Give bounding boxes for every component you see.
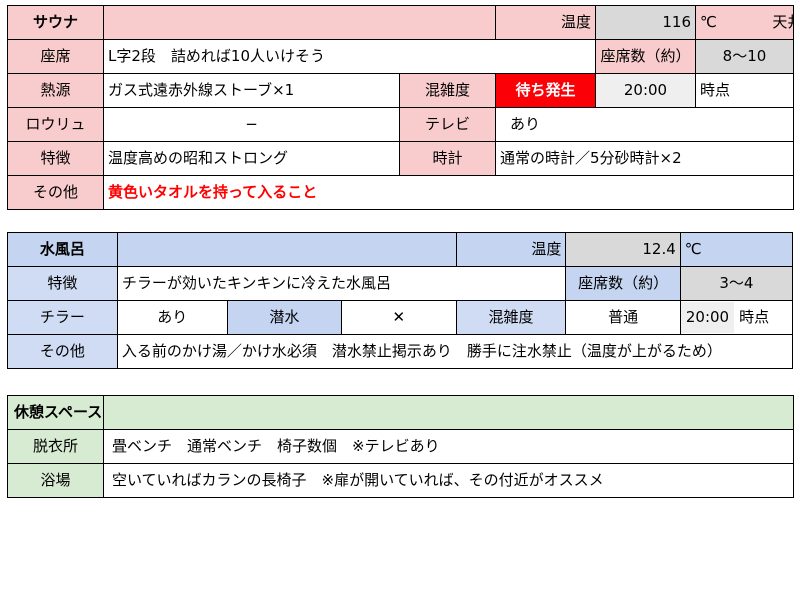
sauna-other-value: 黄色いタオルを持って入ること	[103, 175, 794, 210]
sauna-heat-value: ガス式遠赤外線ストーブ×1	[103, 73, 400, 108]
sauna-temp-value: 116	[595, 5, 696, 40]
sauna-clock-label: 時計	[399, 141, 496, 176]
sauna-tv-value: あり	[495, 107, 794, 142]
sauna-heat-row: 熱源 ガス式遠赤外線ストーブ×1 混雑度 待ち発生 20:00 時点	[7, 73, 794, 108]
mizuburo-other-label: その他	[7, 334, 118, 369]
sauna-heat-label: 熱源	[7, 73, 104, 108]
mizuburo-dive-value: ✕	[341, 300, 457, 335]
sauna-header-row: サウナ 温度 116 ℃ 天井付近	[7, 5, 794, 40]
mizuburo-seat-count-value: 3〜4	[679, 266, 794, 301]
sauna-crowd-time: 20:00	[595, 73, 696, 108]
mizuburo-crowd-value: 普通	[565, 300, 681, 335]
mizuburo-table: 水風呂 温度 12.4 ℃ 特徴 チラーが効いたキンキンに冷えた水風呂 座席数（…	[7, 232, 794, 369]
sauna-seat-label: 座席	[7, 39, 104, 74]
mizuburo-seat-count-label: 座席数（約）	[565, 266, 681, 301]
sauna-crowd-label: 混雑度	[399, 73, 496, 108]
rest-row-datsuijo: 脱衣所 畳ベンチ 通常ベンチ 椅子数個 ※テレビあり	[7, 429, 794, 464]
sauna-crowd-time-suffix: 時点	[695, 73, 794, 108]
sauna-tv-label: テレビ	[399, 107, 496, 142]
mizuburo-chiller-value: あり	[116, 300, 228, 335]
sauna-other-row: その他 黄色いタオルを持って入ること	[7, 175, 794, 210]
mizuburo-feature-row: 特徴 チラーが効いたキンキンに冷えた水風呂 座席数（約） 3〜4	[7, 266, 794, 301]
sauna-temp-note: 天井付近	[772, 13, 792, 32]
sauna-loyly-value: −	[103, 107, 400, 142]
sauna-temp-unit: ℃	[700, 13, 717, 32]
rest-space-table: 休憩スペース 脱衣所 畳ベンチ 通常ベンチ 椅子数個 ※テレビあり 浴場 空いて…	[7, 395, 794, 498]
sauna-info-sheet: サウナ 温度 116 ℃ 天井付近 座席 L字2段 詰めれば10人いけそう 座席…	[0, 0, 800, 600]
sauna-feature-value: 温度高めの昭和ストロング	[103, 141, 400, 176]
mizuburo-other-row: その他 入る前のかけ湯／かけ水必須 潜水禁止掲示あり 勝手に注水禁止（温度が上が…	[7, 334, 794, 369]
sauna-temp-label: 温度	[495, 5, 596, 40]
mizuburo-crowd-time-cell: 20:00 時点	[679, 300, 794, 335]
sauna-other-label: その他	[7, 175, 104, 210]
rest-row-value: 空いていればカランの長椅子 ※扉が開いていれば、その付近がオススメ	[103, 463, 794, 498]
mizuburo-crowd-time-suffix: 時点	[739, 308, 770, 327]
rest-row-value: 畳ベンチ 通常ベンチ 椅子数個 ※テレビあり	[103, 429, 794, 464]
mizuburo-title: 水風呂	[7, 232, 118, 267]
rest-title: 休憩スペース	[7, 395, 104, 430]
mizuburo-feature-label: 特徴	[7, 266, 118, 301]
mizuburo-chiller-row: チラー あり 潜水 ✕ 混雑度 普通 20:00 時点	[7, 300, 794, 335]
sauna-temp-unit-note: ℃ 天井付近	[695, 5, 794, 40]
sauna-crowd-status-badge: 待ち発生	[495, 73, 596, 108]
rest-row-label: 脱衣所	[7, 429, 104, 464]
sauna-loyly-label: ロウリュ	[7, 107, 104, 142]
sauna-table: サウナ 温度 116 ℃ 天井付近 座席 L字2段 詰めれば10人いけそう 座席…	[7, 5, 794, 210]
mizuburo-temp-unit: ℃	[679, 232, 794, 267]
rest-row-yokujo: 浴場 空いていればカランの長椅子 ※扉が開いていれば、その付近がオススメ	[7, 463, 794, 498]
sauna-clock-value: 通常の時計／5分砂時計×2	[495, 141, 794, 176]
mizuburo-header-spacer	[116, 232, 457, 267]
mizuburo-other-value: 入る前のかけ湯／かけ水必須 潜水禁止掲示あり 勝手に注水禁止（温度が上がるため）	[116, 334, 794, 369]
sauna-feature-label: 特徴	[7, 141, 104, 176]
sauna-title: サウナ	[7, 5, 104, 40]
mizuburo-temp-label: 温度	[455, 232, 567, 267]
mizuburo-feature-value: チラーが効いたキンキンに冷えた水風呂	[116, 266, 567, 301]
mizuburo-chiller-label: チラー	[7, 300, 118, 335]
sauna-seat-count-value: 8〜10	[695, 39, 794, 74]
sauna-seat-count-label: 座席数（約）	[595, 39, 696, 74]
mizuburo-header-row: 水風呂 温度 12.4 ℃	[7, 232, 794, 267]
sauna-seat-row: 座席 L字2段 詰めれば10人いけそう 座席数（約） 8〜10	[7, 39, 794, 74]
rest-header-row: 休憩スペース	[7, 395, 794, 430]
rest-header-spacer	[103, 395, 794, 430]
mizuburo-dive-label: 潜水	[226, 300, 343, 335]
sauna-header-spacer	[103, 5, 496, 40]
mizuburo-temp-value: 12.4	[565, 232, 681, 267]
sauna-seat-value: L字2段 詰めれば10人いけそう	[103, 39, 596, 74]
sauna-feature-row: 特徴 温度高めの昭和ストロング 時計 通常の時計／5分砂時計×2	[7, 141, 794, 176]
mizuburo-crowd-time: 20:00	[681, 302, 735, 333]
sauna-loyly-row: ロウリュ − テレビ あり	[7, 107, 794, 142]
rest-row-label: 浴場	[7, 463, 104, 498]
mizuburo-crowd-label: 混雑度	[455, 300, 567, 335]
